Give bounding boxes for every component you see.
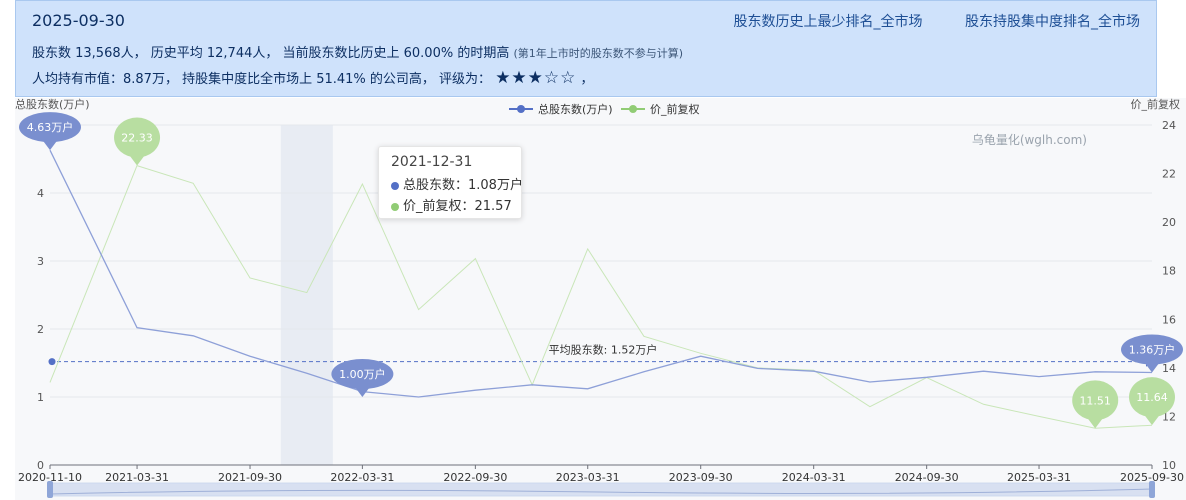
tooltip-date: 2021-12-31 [391, 154, 473, 170]
average-line-label: 平均股东数: 1.52万户 [549, 343, 658, 357]
tooltip-row-price: 价_前复权：21.57 [391, 195, 512, 214]
x-tick-label: 2021-09-30 [218, 471, 282, 484]
y-left-tick-label: 1 [37, 391, 44, 404]
marker-label: 1.00万户 [339, 367, 386, 381]
x-tick-label: 2022-03-31 [330, 471, 394, 484]
y-left-tick-label: 2 [37, 323, 44, 336]
legend-label: 价_前复权 [650, 102, 700, 116]
slider-selected-range[interactable] [50, 483, 1152, 496]
legend-label: 总股东数(万户) [538, 102, 613, 116]
marker-pin: 11.51 [1072, 380, 1119, 429]
data-zoom-slider[interactable] [47, 481, 1155, 498]
tooltip-price-text: 价_前复权：21.57 [403, 199, 512, 214]
marker-pin: 1.00万户 [331, 359, 394, 397]
y-right-tick-label: 18 [1162, 265, 1176, 278]
y-right-tick-label: 22 [1162, 168, 1176, 181]
y-right-tick-label: 24 [1162, 119, 1176, 132]
marker-label: 1.36万户 [1129, 343, 1176, 357]
slider-handle-left[interactable] [47, 481, 53, 498]
x-tick-label: 2024-09-30 [895, 471, 959, 484]
holders-price-chart[interactable]: 012345 1012141618202224 2020-11-102021-0… [0, 0, 1186, 500]
x-tick-label: 2024-03-31 [782, 471, 846, 484]
price-dot-icon [391, 202, 399, 211]
x-tick-label: 2025-03-31 [1007, 471, 1071, 484]
highlight-band [280, 125, 333, 465]
marker-pin: 4.63万户 [19, 112, 81, 151]
marker-label: 4.63万户 [27, 120, 74, 134]
y-right-tick-label: 20 [1162, 216, 1176, 229]
marker-label: 22.33 [121, 132, 153, 145]
legend-item[interactable]: 总股东数(万户) [509, 102, 613, 116]
tooltip-holders-text: 总股东数：1.08万户 [403, 178, 523, 193]
marker-label: 11.64 [1136, 391, 1168, 404]
price-series-line [49, 164, 1153, 429]
x-tick-label: 2022-09-30 [443, 471, 507, 484]
tooltip-row-holders: 总股东数：1.08万户 [391, 174, 523, 193]
slider-handle-right[interactable] [1149, 481, 1155, 498]
x-tick-label: 2021-03-31 [105, 471, 169, 484]
marker-pin: 22.33 [114, 117, 161, 166]
y-left-axis-label: 总股东数(万户) [15, 97, 90, 111]
holders-series-line [49, 149, 1153, 398]
average-line-start-dot [48, 358, 56, 366]
chart-tooltip: 2021-12-31 总股东数：1.08万户 价_前复权：21.57 [378, 146, 523, 219]
watermark: 乌龟量化(wglh.com) [972, 132, 1087, 147]
y-left-tick-label: 3 [37, 255, 44, 268]
y-right-tick-label: 16 [1162, 313, 1176, 326]
marker-label: 11.51 [1079, 394, 1111, 407]
y-right-tick-label: 14 [1162, 362, 1176, 375]
x-tick-label: 2023-09-30 [669, 471, 733, 484]
x-tick-label: 2023-03-31 [556, 471, 620, 484]
legend-item[interactable]: 价_前复权 [621, 102, 700, 116]
y-left-tick-label: 4 [37, 187, 44, 200]
y-right-axis-label: 价_前复权 [1131, 97, 1181, 111]
holders-dot-icon [391, 181, 399, 190]
